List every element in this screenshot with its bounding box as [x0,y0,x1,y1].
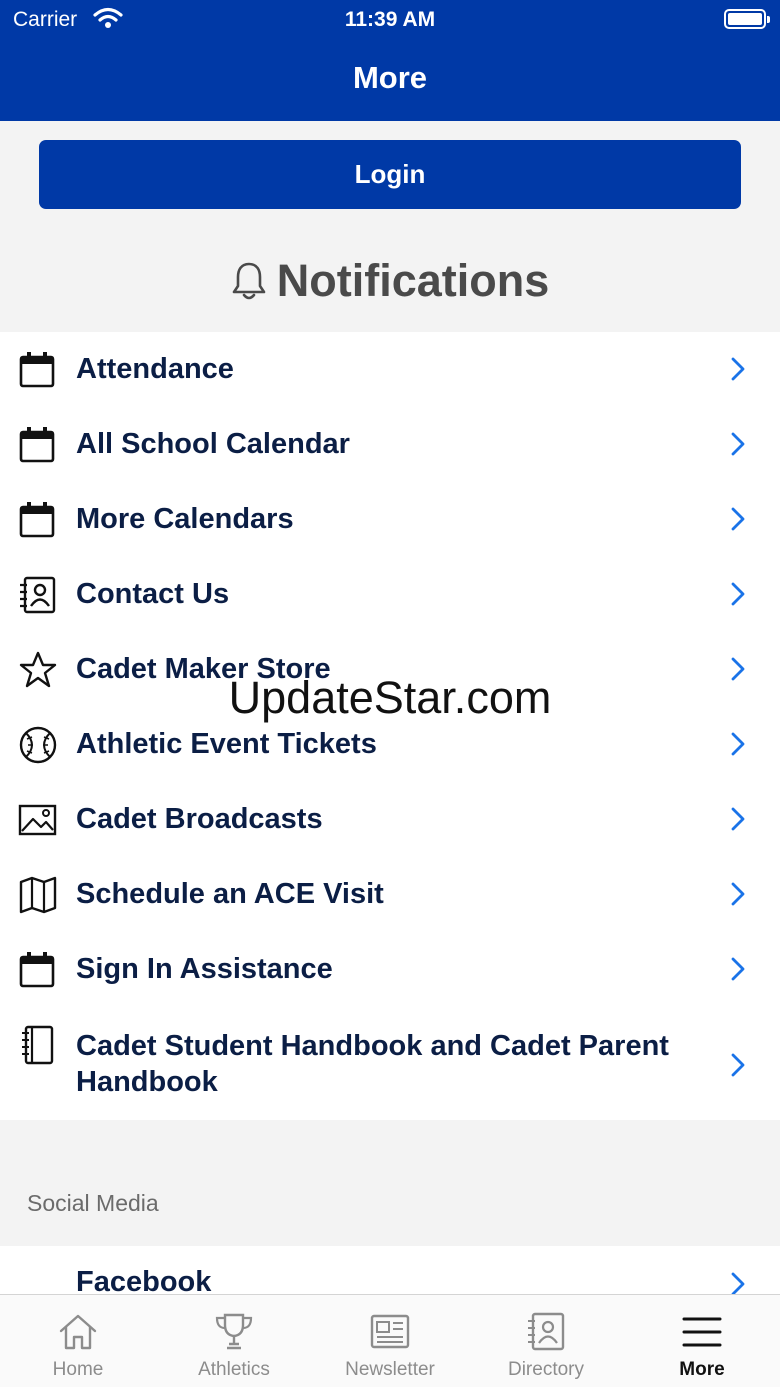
menu-item-cadet-handbook[interactable]: Cadet Student Handbook and Cadet Parent … [0,1007,780,1120]
menu-item-all-school-calendar[interactable]: All School Calendar [0,407,780,482]
chevron-right-icon [731,357,745,381]
tab-label: More [679,1359,725,1380]
menu-item-schedule-ace-visit[interactable]: Schedule an ACE Visit [0,857,780,932]
calendar-icon [19,427,55,463]
menu-list: Attendance All School Calendar More Cale… [0,332,780,1120]
tab-label: Athletics [198,1359,270,1380]
battery-icon [724,9,770,29]
menu-item-sign-in-assistance[interactable]: Sign In Assistance [0,932,780,1007]
menu-item-contact-us[interactable]: Contact Us [0,557,780,632]
chevron-right-icon [731,882,745,906]
menu-item-label: Athletic Event Tickets [76,728,377,760]
chevron-right-icon [731,1272,745,1294]
chevron-right-icon [731,957,745,981]
watermark: UpdateStar.com [228,672,552,723]
tab-more[interactable]: More [624,1295,780,1387]
menu-item-label: All School Calendar [76,428,350,460]
login-button[interactable]: Login [39,140,741,209]
social-item-label: Facebook [76,1266,212,1294]
top-bar: Carrier 11:39 AM More [0,0,780,121]
chevron-right-icon [731,582,745,606]
tab-bar: Home Athletics Newsletter Directory More [0,1294,780,1387]
notifications-button[interactable]: Notifications [0,250,780,312]
tab-directory[interactable]: Directory [468,1295,624,1387]
chevron-right-icon [731,507,745,531]
menu-item-label: Schedule an ACE Visit [76,878,384,910]
newspaper-icon [370,1314,410,1349]
menu-item-label: Cadet Broadcasts [76,803,323,835]
tab-athletics[interactable]: Athletics [156,1295,312,1387]
menu-item-attendance[interactable]: Attendance [0,332,780,407]
social-item-facebook[interactable]: Facebook [0,1246,780,1294]
calendar-icon [19,502,55,538]
menu-item-label: More Calendars [76,503,294,535]
tab-label: Newsletter [345,1359,435,1380]
chevron-right-icon [731,1053,745,1077]
notebook-icon [22,1025,54,1065]
page-title: More [352,60,428,95]
trophy-icon [215,1313,253,1350]
status-time: 11:39 AM [344,8,436,31]
menu-item-label: Contact Us [76,578,230,610]
tab-newsletter[interactable]: Newsletter [312,1295,468,1387]
notifications-label: Notifications [276,255,550,306]
calendar-icon [19,352,55,388]
chevron-right-icon [731,432,745,456]
menu-item-more-calendars[interactable]: More Calendars [0,482,780,557]
baseball-icon [19,726,57,764]
social-media-header: Social Media [27,1190,159,1216]
bell-icon [232,262,266,300]
menu-item-cadet-broadcasts[interactable]: Cadet Broadcasts [0,782,780,857]
contact-book-icon [20,576,56,614]
menu-item-label: Sign In Assistance [76,953,333,985]
chevron-right-icon [731,732,745,756]
chevron-right-icon [731,807,745,831]
menu-icon [682,1317,722,1347]
calendar-icon [19,952,55,988]
tab-label: Directory [507,1359,584,1380]
home-icon [59,1314,97,1350]
directory-icon [528,1312,565,1351]
tab-home[interactable]: Home [0,1295,156,1387]
map-icon [19,876,57,914]
menu-item-label: Cadet Student Handbook and Cadet Parent … [76,1030,669,1098]
status-bar: Carrier 11:39 AM [0,0,780,40]
image-icon [18,804,57,836]
tab-label: Home [52,1359,104,1380]
menu-item-label: Attendance [76,353,234,385]
